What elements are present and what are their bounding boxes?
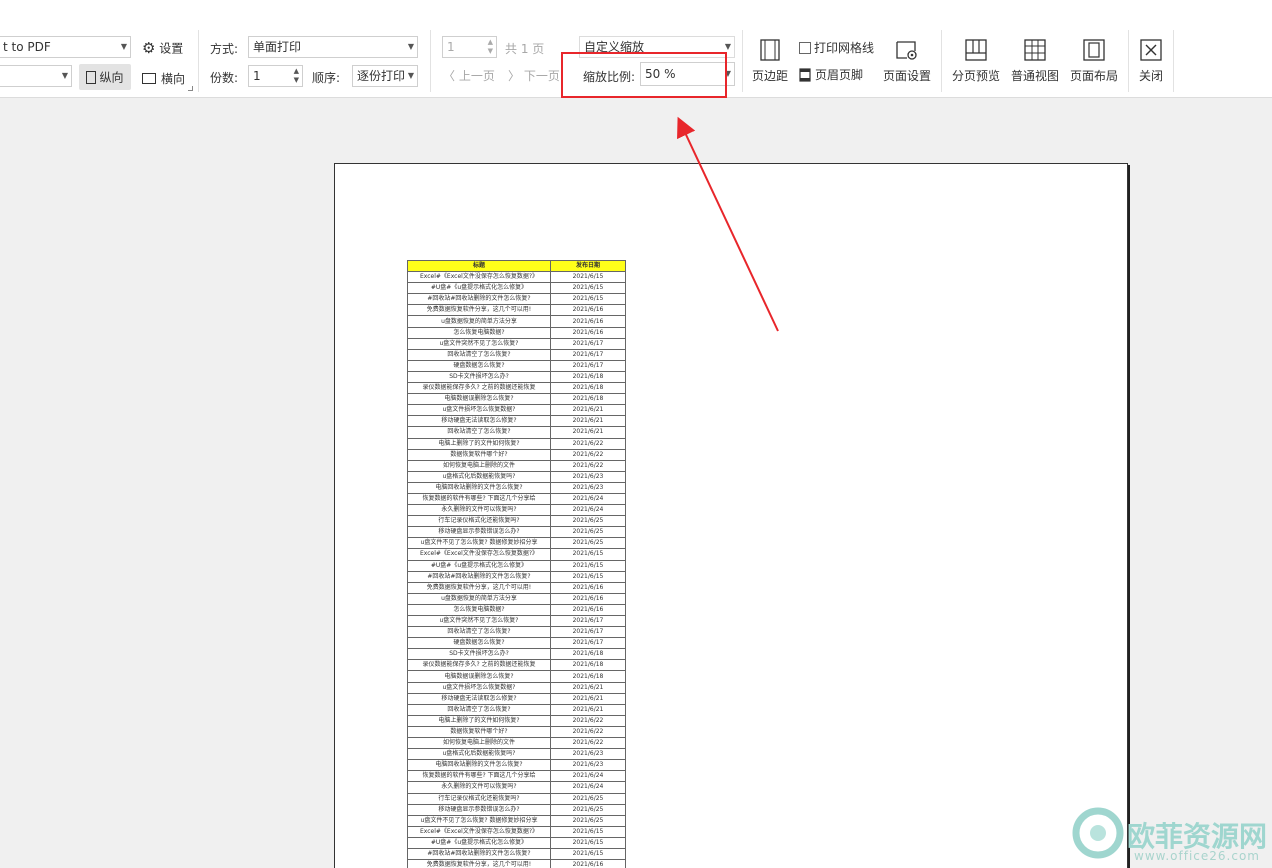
watermark-logo-icon bbox=[1072, 807, 1124, 859]
watermark-url: www.office26.com bbox=[1134, 849, 1260, 863]
annotation-arrow bbox=[677, 116, 779, 332]
